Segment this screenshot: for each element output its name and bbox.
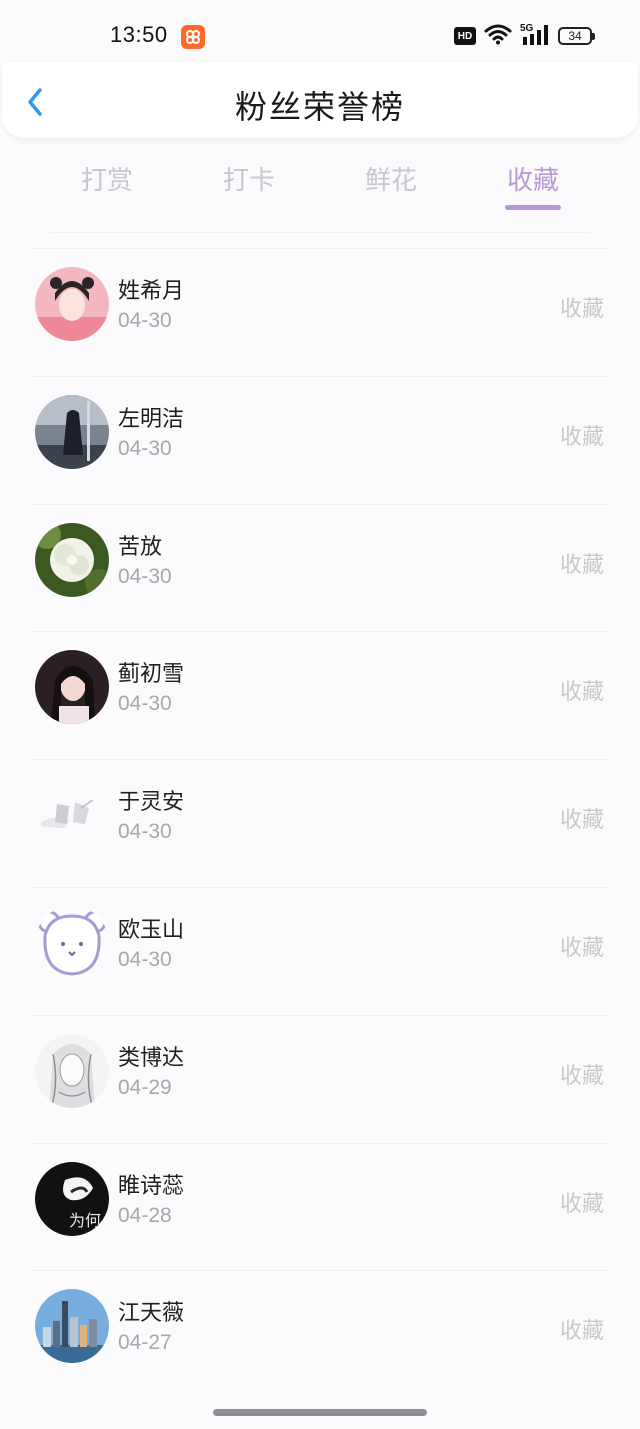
action-label: 收藏 <box>559 680 604 706</box>
list-item[interactable]: 姓希月 04-30 收藏 <box>32 248 608 376</box>
tab-label: 鲜花 <box>364 166 417 196</box>
wifi-icon <box>484 23 512 49</box>
battery-icon: 34 <box>558 27 595 45</box>
list-item[interactable]: 蓟初雪 04-30 收藏 <box>32 631 608 759</box>
fan-date: 04-30 <box>118 436 172 460</box>
list-item[interactable]: 左明洁 04-30 收藏 <box>32 375 608 504</box>
fan-name: 睢诗蕊 <box>118 1173 185 1199</box>
action-label: 收藏 <box>559 935 604 961</box>
battery-level: 34 <box>568 29 582 43</box>
fan-date: 04-27 <box>118 1331 172 1355</box>
fan-date: 04-29 <box>118 1075 172 1099</box>
action-label: 收藏 <box>559 552 604 578</box>
fan-name: 欧玉山 <box>118 917 185 943</box>
action-label: 收藏 <box>559 808 604 834</box>
fan-name: 类博达 <box>118 1045 185 1071</box>
action-label: 收藏 <box>559 1063 604 1089</box>
active-tab-indicator <box>505 205 561 210</box>
list-item[interactable]: 苦放 04-30 收藏 <box>32 503 608 632</box>
fan-name: 姓希月 <box>118 279 185 304</box>
avatar <box>35 650 109 725</box>
avatar <box>35 1289 109 1364</box>
status-time: 13:50 <box>110 22 168 47</box>
page-title: 粉丝荣誉榜 <box>234 88 405 126</box>
fan-date: 04-28 <box>118 1203 172 1227</box>
list-item[interactable]: 欧玉山 04-30 收藏 <box>32 886 608 1015</box>
avatar <box>35 394 109 469</box>
fan-list: 姓希月 04-30 收藏 左明洁 04-30 收藏 苦放 04-30 收藏 蓟初… <box>0 248 640 1398</box>
status-indicators: HD 5G 34 <box>454 22 595 50</box>
fan-name: 苦放 <box>118 534 163 560</box>
app-notification-icon <box>181 25 205 49</box>
avatar <box>35 522 109 597</box>
avatar <box>35 267 109 341</box>
fan-date: 04-30 <box>118 692 172 716</box>
action-label: 收藏 <box>559 1319 604 1345</box>
fan-name: 于灵安 <box>118 790 185 816</box>
list-item[interactable]: 江天薇 04-27 收藏 <box>32 1270 608 1398</box>
fan-date: 04-30 <box>118 309 172 332</box>
tab-favorites[interactable]: 收藏 <box>462 150 604 220</box>
hd-badge: HD <box>454 27 476 45</box>
divider <box>50 232 590 233</box>
tab-checkin[interactable]: 打卡 <box>178 150 320 220</box>
fan-name: 江天薇 <box>118 1301 185 1327</box>
tab-flowers[interactable]: 鲜花 <box>320 150 462 220</box>
network-type-label: 5G <box>520 23 534 34</box>
list-item[interactable]: 为何 睢诗蕊 04-28 收藏 <box>32 1142 608 1271</box>
tab-label: 打赏 <box>80 166 133 196</box>
fan-name: 蓟初雪 <box>118 662 185 688</box>
action-label: 收藏 <box>559 1191 604 1217</box>
tab-reward[interactable]: 打赏 <box>36 150 178 220</box>
action-label: 收藏 <box>559 424 604 450</box>
tab-label: 收藏 <box>506 166 559 196</box>
list-item[interactable]: 类博达 04-29 收藏 <box>32 1014 608 1143</box>
avatar <box>35 778 109 853</box>
header: 粉丝荣誉榜 <box>2 62 638 138</box>
fan-date: 04-30 <box>118 947 172 971</box>
avatar <box>35 1033 109 1108</box>
tab-bar: 打赏 打卡 鲜花 收藏 <box>36 150 632 220</box>
home-indicator[interactable] <box>213 1409 427 1416</box>
fan-date: 04-30 <box>118 820 172 844</box>
avatar <box>35 905 109 980</box>
tab-label: 打卡 <box>222 166 275 196</box>
list-item[interactable]: 于灵安 04-30 收藏 <box>32 759 608 887</box>
fan-name: 左明洁 <box>118 406 185 432</box>
cellular-signal-icon: 5G <box>520 22 550 50</box>
action-label: 收藏 <box>559 297 604 322</box>
avatar-caption: 为何 <box>69 1211 101 1230</box>
fan-date: 04-30 <box>118 564 172 588</box>
avatar: 为何 <box>35 1161 109 1236</box>
